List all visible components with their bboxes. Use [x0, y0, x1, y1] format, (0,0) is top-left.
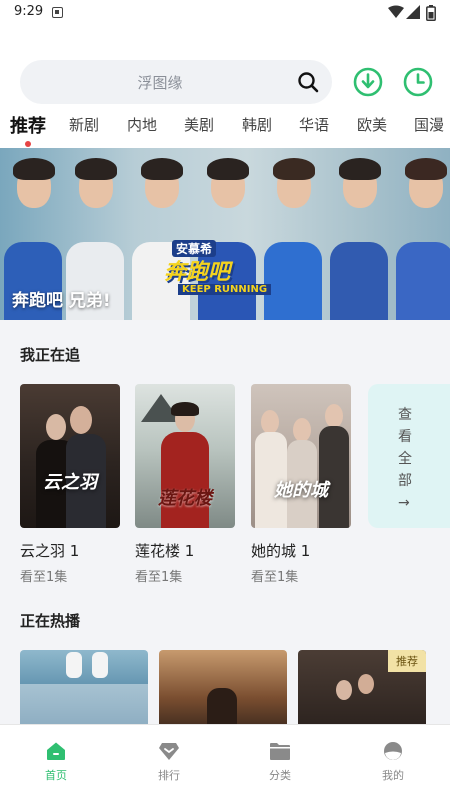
home-icon	[47, 742, 65, 760]
hot-item[interactable]	[20, 650, 148, 730]
poster-image: 云之羽	[20, 384, 120, 528]
hot-item[interactable]	[159, 650, 287, 730]
nav-category-label: 分类	[269, 769, 291, 782]
banner-person	[326, 148, 392, 320]
nav-ranking-label: 排行	[158, 769, 180, 782]
watching-progress: 看至1集	[135, 570, 183, 585]
ranking-icon	[159, 743, 179, 760]
watching-item[interactable]: 她的城 她的城 1 看至1集	[251, 384, 351, 585]
hot-item[interactable]: 推荐	[298, 650, 426, 730]
logo-title: 奔跑吧	[164, 260, 231, 285]
show-logo: 安慕希 奔跑吧 KEEP RUNNING	[160, 240, 286, 298]
view-all-label: 查看全部→	[398, 407, 412, 511]
profile-icon	[384, 742, 402, 760]
watching-progress: 看至1集	[20, 570, 68, 585]
tab-recommend[interactable]: 推荐	[10, 114, 46, 138]
tab-new[interactable]: 新剧	[69, 114, 99, 135]
download-icon[interactable]	[352, 66, 384, 98]
poster-title: 莲花楼	[158, 488, 212, 509]
battery-icon	[426, 5, 436, 21]
watching-item[interactable]: 莲花楼 莲花楼 1 看至1集	[135, 384, 235, 585]
nav-ranking[interactable]: 排行	[139, 741, 199, 783]
nav-profile[interactable]: 我的	[363, 741, 423, 783]
history-icon[interactable]	[402, 66, 434, 98]
folder-icon	[270, 743, 290, 760]
status-time: 9:29	[14, 4, 44, 19]
featured-banner[interactable]: 安慕希 奔跑吧 KEEP RUNNING 奔跑吧 兄弟!	[0, 148, 450, 320]
search-placeholder: 浮图缘	[137, 74, 183, 92]
nav-category[interactable]: 分类	[250, 741, 310, 783]
tab-mainland[interactable]: 内地	[127, 114, 157, 135]
poster-image: 莲花楼	[135, 384, 235, 528]
app-header: 浮图缘 推荐 新剧 内地 美剧 韩剧 华语 欧美 国漫	[0, 28, 450, 148]
watching-title: 云之羽 1	[20, 542, 80, 560]
watching-title: 莲花楼 1	[135, 542, 195, 560]
hot-section-title: 正在热播	[20, 612, 81, 630]
signal-icon	[406, 5, 420, 19]
recommend-badge: 推荐	[388, 650, 426, 672]
notification-icon	[52, 7, 63, 18]
tab-chinese[interactable]: 华语	[299, 114, 329, 135]
category-tabs: 推荐 新剧 内地 美剧 韩剧 华语 欧美 国漫	[0, 114, 450, 148]
watching-progress: 看至1集	[251, 570, 299, 585]
poster-title: 她的城	[274, 480, 328, 501]
search-bar[interactable]: 浮图缘	[20, 60, 332, 104]
watching-item[interactable]: 云之羽 云之羽 1 看至1集	[20, 384, 120, 585]
status-bar: 9:29	[0, 0, 450, 28]
view-all-button[interactable]: 查看全部→	[368, 384, 450, 528]
tab-korea[interactable]: 韩剧	[242, 114, 272, 135]
tab-anime[interactable]: 国漫	[414, 114, 444, 135]
nav-profile-label: 我的	[382, 769, 404, 782]
poster-image: 她的城	[251, 384, 351, 528]
watching-section-title: 我正在追	[20, 346, 81, 364]
active-tab-indicator	[25, 141, 31, 147]
nav-home[interactable]: 首页	[26, 741, 86, 783]
poster-title: 云之羽	[43, 472, 97, 493]
tab-us[interactable]: 美剧	[184, 114, 214, 135]
wifi-icon	[388, 5, 404, 18]
banner-caption: 奔跑吧 兄弟!	[12, 291, 111, 311]
search-icon[interactable]	[296, 70, 320, 94]
tab-western[interactable]: 欧美	[357, 114, 387, 135]
banner-person	[392, 148, 450, 320]
logo-english: KEEP RUNNING	[178, 284, 272, 295]
bottom-navigation: 首页 排行 分类 我的	[0, 724, 450, 800]
watching-title: 她的城 1	[251, 542, 311, 560]
nav-home-label: 首页	[45, 769, 67, 782]
